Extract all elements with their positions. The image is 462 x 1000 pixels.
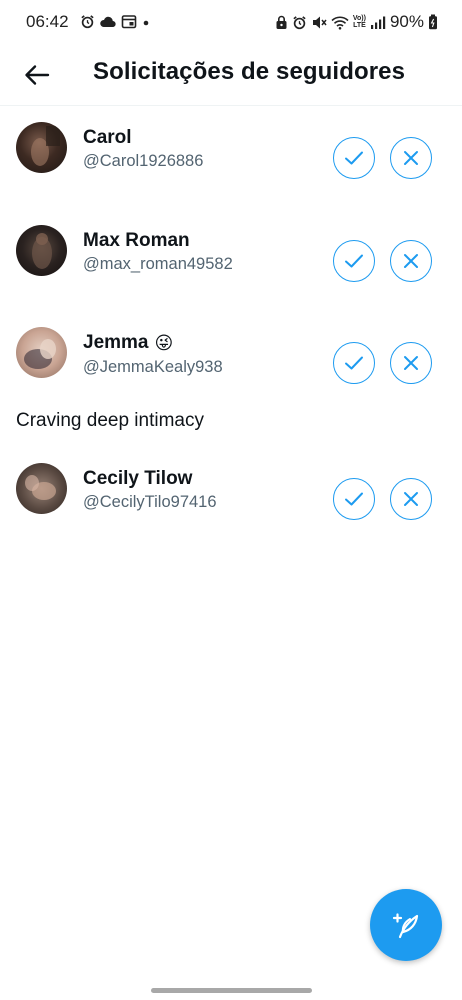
user-bio: Craving deep intimacy: [16, 410, 204, 431]
avatar[interactable]: [16, 463, 67, 514]
volte-top-label: Vo)): [352, 15, 366, 22]
alarm-icon: [81, 15, 94, 29]
check-icon: [345, 151, 363, 165]
back-button[interactable]: [20, 58, 54, 92]
lock-icon: [276, 15, 287, 29]
display-name-row[interactable]: Carol: [83, 127, 132, 149]
avatar-photo: [25, 475, 56, 500]
status-time: 06:42: [26, 12, 69, 31]
decline-button[interactable]: [390, 240, 432, 282]
close-icon: [404, 254, 418, 268]
status-bar: 06:42 Vo)) LTE 90%: [0, 0, 462, 44]
display-name: Cecily Tilow: [83, 468, 193, 489]
signal-icon: [370, 16, 386, 29]
accept-button[interactable]: [333, 478, 375, 520]
wifi-icon: [331, 16, 349, 30]
avatar[interactable]: [16, 122, 67, 173]
status-left-icons: [80, 14, 151, 29]
display-name-row[interactable]: Jemma 😜: [83, 332, 173, 354]
compose-button[interactable]: [370, 889, 442, 961]
decline-button[interactable]: [390, 137, 432, 179]
request-row[interactable]: Max Roman @max_roman49582: [0, 206, 462, 310]
avatar[interactable]: [16, 327, 67, 378]
status-right: Vo)) LTE 90%: [275, 12, 438, 32]
display-name: Carol: [83, 127, 132, 148]
dot-icon: [143, 20, 149, 25]
page-title: Solicitações de seguidores: [93, 58, 406, 85]
display-name-row[interactable]: Max Roman: [83, 230, 190, 252]
request-row[interactable]: Cecily Tilow @CecilyTilo97416: [0, 448, 462, 548]
avatar-photo: [24, 339, 56, 369]
avatar[interactable]: [16, 225, 67, 276]
volte-bottom-label: LTE: [353, 22, 366, 29]
accept-button[interactable]: [333, 137, 375, 179]
close-icon: [404, 151, 418, 165]
home-indicator[interactable]: [151, 988, 312, 993]
check-icon: [345, 492, 363, 506]
battery-percent: 90%: [389, 12, 424, 31]
username-handle: @max_roman49582: [83, 255, 233, 273]
request-row[interactable]: Carol @Carol1926886: [0, 106, 462, 206]
cloud-icon: [100, 16, 116, 27]
username-handle: @CecilyTilo97416: [83, 493, 217, 511]
arrow-left-icon: [25, 65, 50, 85]
close-icon: [404, 356, 418, 370]
close-icon: [404, 492, 418, 506]
display-name-row[interactable]: Cecily Tilow: [83, 468, 192, 490]
decline-button[interactable]: [390, 478, 432, 520]
check-icon: [345, 254, 363, 268]
accept-button[interactable]: [333, 240, 375, 282]
alarm-icon: [293, 15, 306, 29]
compose-feather-icon: [392, 913, 419, 939]
avatar-photo: [32, 233, 52, 269]
volte-icon: Vo)) LTE: [353, 15, 366, 29]
battery-icon: [429, 14, 437, 30]
username-handle: @JemmaKealy938: [83, 358, 223, 376]
display-name: Jemma: [83, 332, 149, 353]
mute-icon: [312, 16, 327, 28]
app-bar: Solicitações de seguidores: [0, 44, 462, 106]
request-row[interactable]: Jemma 😜 @JemmaKealy938 Craving deep inti…: [0, 310, 462, 448]
accept-button[interactable]: [333, 342, 375, 384]
avatar-photo: [31, 126, 60, 166]
display-name: Max Roman: [83, 230, 190, 251]
calendar-icon: [121, 15, 137, 29]
name-emoji: 😜: [154, 332, 174, 353]
decline-button[interactable]: [390, 342, 432, 384]
username-handle: @Carol1926886: [83, 152, 204, 170]
check-icon: [345, 356, 363, 370]
